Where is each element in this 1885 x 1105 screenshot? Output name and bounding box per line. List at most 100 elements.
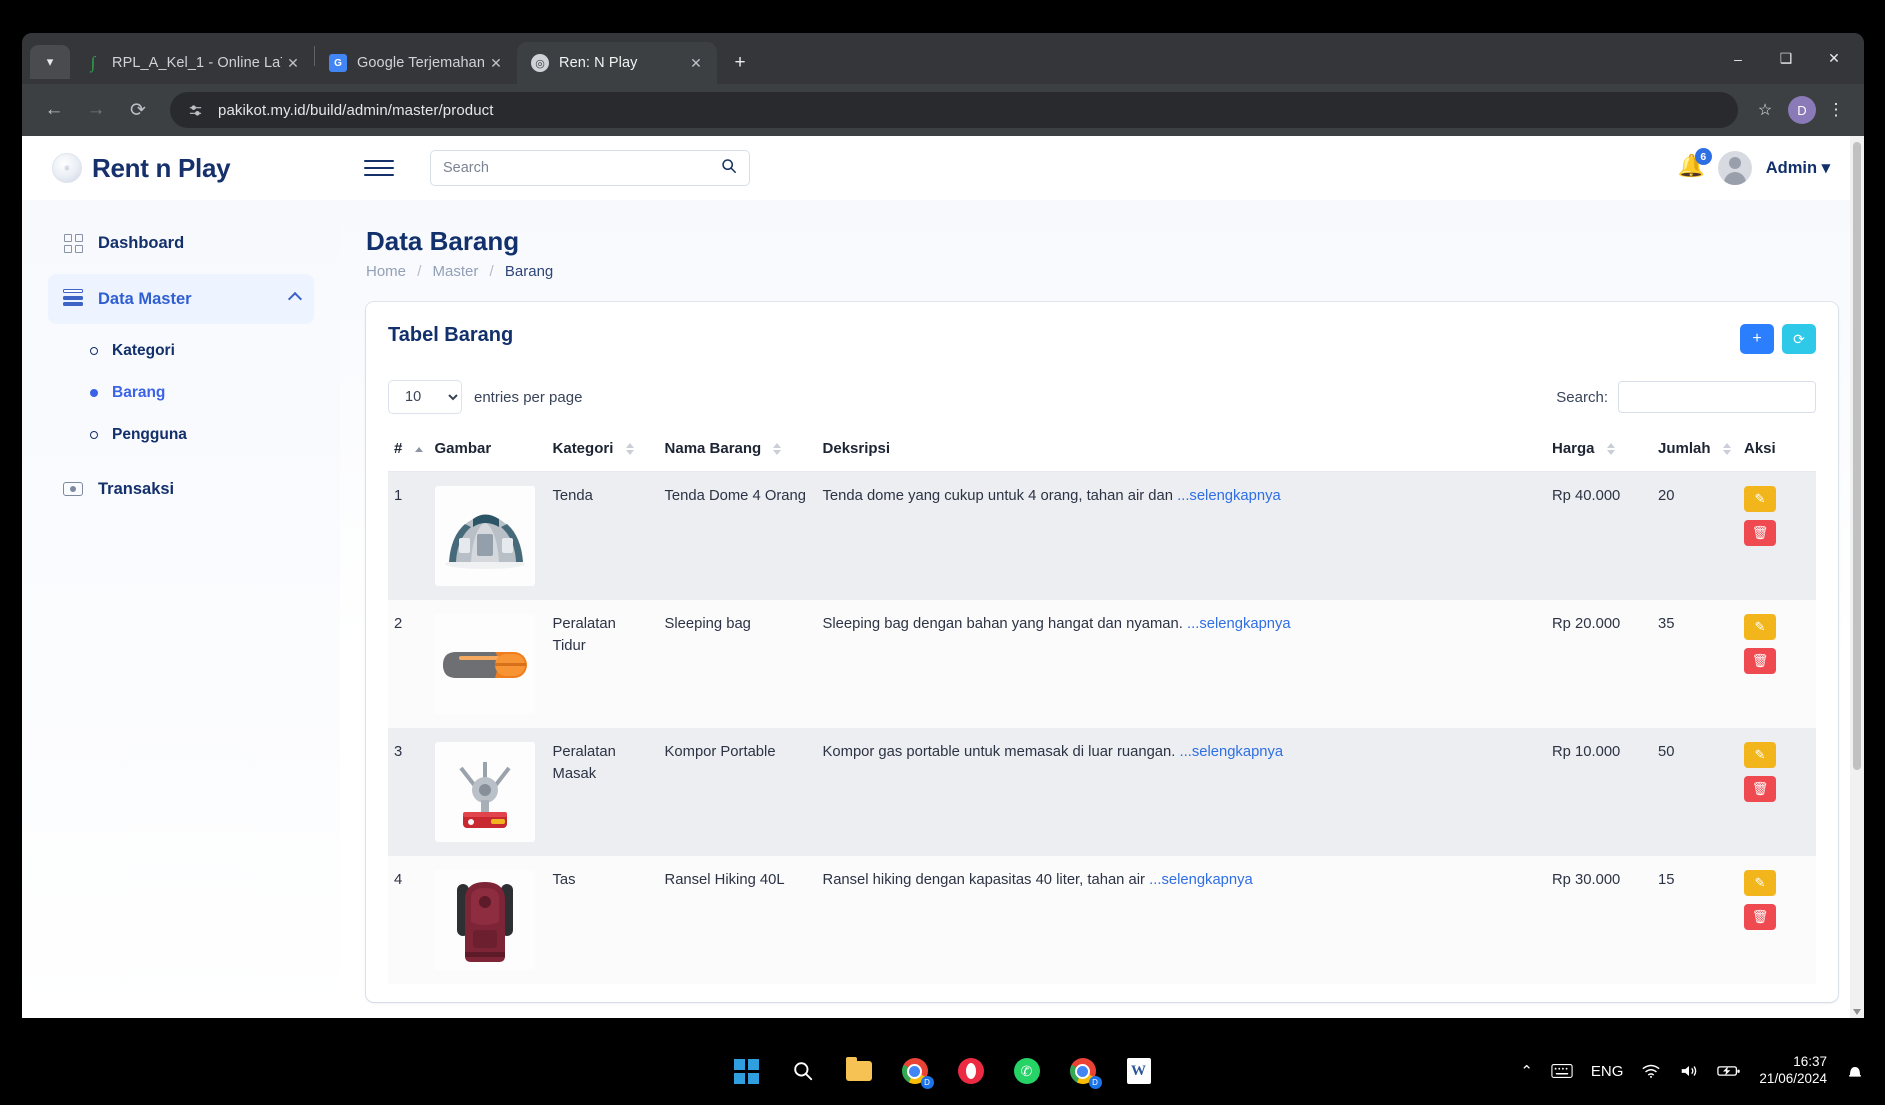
delete-button[interactable]: 🗑: [1744, 776, 1776, 802]
omnibox-actions: ☆ D ⋮: [1748, 93, 1850, 127]
sidebar: Dashboard Data Master Kategori: [22, 200, 340, 1018]
table-row: 4: [388, 856, 1816, 984]
minimize-icon[interactable]: –: [1714, 39, 1762, 79]
keyboard-icon[interactable]: [1551, 1063, 1573, 1079]
cell-deskripsi: Ransel hiking dengan kapasitas 40 liter,…: [817, 856, 1546, 984]
column-header-harga[interactable]: Harga: [1546, 432, 1652, 472]
selengkapnya-link[interactable]: ...selengkapnya: [1187, 616, 1291, 632]
table-row: 1: [388, 472, 1816, 601]
tab-search-dropdown-icon[interactable]: ▾: [30, 45, 70, 79]
sidebar-item-pengguna[interactable]: Pengguna: [48, 414, 314, 456]
sidebar-item-kategori[interactable]: Kategori: [48, 330, 314, 372]
browser-tab[interactable]: G Google Terjemahan ✕: [315, 42, 517, 84]
user-menu[interactable]: Admin ▾: [1766, 158, 1830, 178]
browser-menu-icon[interactable]: ⋮: [1822, 93, 1850, 127]
tab-title: Ren: N Play: [559, 55, 685, 71]
sidebar-subitem-label: Pengguna: [112, 426, 187, 444]
deskripsi-text: Ransel hiking dengan kapasitas 40 liter,…: [823, 872, 1145, 888]
edit-button[interactable]: ✎: [1744, 742, 1776, 768]
bookmark-star-icon[interactable]: ☆: [1748, 93, 1782, 127]
edit-button[interactable]: ✎: [1744, 614, 1776, 640]
search-icon[interactable]: [721, 158, 737, 178]
avatar[interactable]: [1718, 151, 1752, 185]
header-search[interactable]: [430, 150, 750, 186]
entries-per-page-select[interactable]: 10: [388, 380, 462, 414]
breadcrumb-separator: /: [490, 263, 494, 280]
breadcrumb-home[interactable]: Home: [366, 263, 406, 280]
bullet-icon: [90, 347, 98, 355]
language-indicator[interactable]: ENG: [1591, 1063, 1624, 1080]
cell-no: 1: [388, 472, 429, 601]
address-bar[interactable]: pakikot.my.id/build/admin/master/product: [170, 92, 1738, 128]
refresh-button[interactable]: ⟳: [1782, 324, 1816, 354]
edit-button[interactable]: ✎: [1744, 486, 1776, 512]
page-title: Data Barang: [366, 226, 1838, 257]
profile-avatar[interactable]: D: [1788, 96, 1816, 124]
app-header: ⚛ Rent n Play 🔔: [22, 136, 1864, 200]
selengkapnya-link[interactable]: ...selengkapnya: [1177, 488, 1281, 504]
chrome-icon[interactable]: D: [898, 1054, 932, 1088]
selengkapnya-link[interactable]: ...selengkapnya: [1149, 872, 1253, 888]
site-settings-icon[interactable]: [184, 99, 206, 121]
download-badge: D: [1089, 1076, 1102, 1089]
browser-tab-active[interactable]: ◎ Ren: N Play ✕: [517, 42, 717, 84]
add-button[interactable]: +: [1740, 324, 1774, 354]
close-icon[interactable]: ✕: [485, 52, 507, 74]
chevron-up-icon: [288, 292, 302, 306]
selengkapnya-link[interactable]: ...selengkapnya: [1180, 744, 1284, 760]
column-header-no[interactable]: #: [388, 432, 429, 472]
forward-icon[interactable]: →: [78, 92, 114, 128]
volume-icon[interactable]: [1679, 1063, 1699, 1079]
delete-button[interactable]: 🗑: [1744, 904, 1776, 930]
wifi-icon[interactable]: [1641, 1063, 1661, 1079]
sidebar-item-data-master[interactable]: Data Master: [48, 274, 314, 324]
browser-tab[interactable]: ∫ RPL_A_Kel_1 - Online LaTeX Edit ✕: [70, 42, 314, 84]
scroll-down-icon[interactable]: [1853, 1009, 1861, 1015]
sidebar-item-dashboard[interactable]: Dashboard: [48, 218, 314, 268]
cell-harga: Rp 10.000: [1546, 728, 1652, 856]
chevron-down-icon: ▾: [1822, 159, 1830, 177]
edit-button[interactable]: ✎: [1744, 870, 1776, 896]
scrollbar-thumb[interactable]: [1853, 142, 1861, 770]
battery-icon[interactable]: [1717, 1064, 1741, 1078]
table-search-input[interactable]: [1618, 381, 1816, 413]
row-actions: ✎ 🗑: [1744, 742, 1810, 802]
sidebar-item-transaksi[interactable]: Transaksi: [48, 464, 314, 514]
close-window-icon[interactable]: ✕: [1810, 39, 1858, 79]
file-explorer-icon[interactable]: [842, 1054, 876, 1088]
clock[interactable]: 16:37 21/06/2024: [1759, 1054, 1827, 1088]
column-header-jumlah[interactable]: Jumlah: [1652, 432, 1738, 472]
sidebar-item-barang[interactable]: Barang: [48, 372, 314, 414]
cell-kategori: Peralatan Masak: [547, 728, 659, 856]
brand[interactable]: ⚛ Rent n Play: [52, 153, 352, 184]
delete-button[interactable]: 🗑: [1744, 520, 1776, 546]
column-header-nama-barang[interactable]: Nama Barang: [659, 432, 817, 472]
sidebar-item-label: Data Master: [98, 290, 192, 309]
windows-start-icon[interactable]: [730, 1054, 764, 1088]
close-icon[interactable]: ✕: [685, 52, 707, 74]
logo-icon: ⚛: [52, 153, 82, 183]
tray-expand-icon[interactable]: ⌃: [1520, 1062, 1533, 1080]
reload-icon[interactable]: ⟳: [120, 92, 156, 128]
back-icon[interactable]: ←: [36, 92, 72, 128]
column-header-kategori[interactable]: Kategori: [547, 432, 659, 472]
search-input[interactable]: [443, 160, 721, 176]
page-scrollbar[interactable]: [1850, 136, 1864, 1018]
bell-sleep-icon[interactable]: z: [1845, 1061, 1865, 1081]
word-icon[interactable]: W: [1122, 1054, 1156, 1088]
column-header-deskripsi: Deksripsi: [817, 432, 1546, 472]
opera-icon[interactable]: [954, 1054, 988, 1088]
new-tab-button[interactable]: +: [725, 48, 755, 78]
close-icon[interactable]: ✕: [282, 52, 304, 74]
delete-button[interactable]: 🗑: [1744, 648, 1776, 674]
breadcrumb-master[interactable]: Master: [433, 263, 479, 280]
maximize-icon[interactable]: ❑: [1762, 39, 1810, 79]
search-icon[interactable]: [786, 1054, 820, 1088]
chrome-icon[interactable]: D: [1066, 1054, 1100, 1088]
notifications-button[interactable]: 🔔 6: [1678, 153, 1704, 183]
avatar-head: [1729, 157, 1741, 169]
cell-harga: Rp 40.000: [1546, 472, 1652, 601]
sidebar-toggle-icon[interactable]: [364, 160, 394, 176]
tab-title: RPL_A_Kel_1 - Online LaTeX Edit: [112, 55, 282, 71]
whatsapp-icon[interactable]: ✆: [1010, 1054, 1044, 1088]
